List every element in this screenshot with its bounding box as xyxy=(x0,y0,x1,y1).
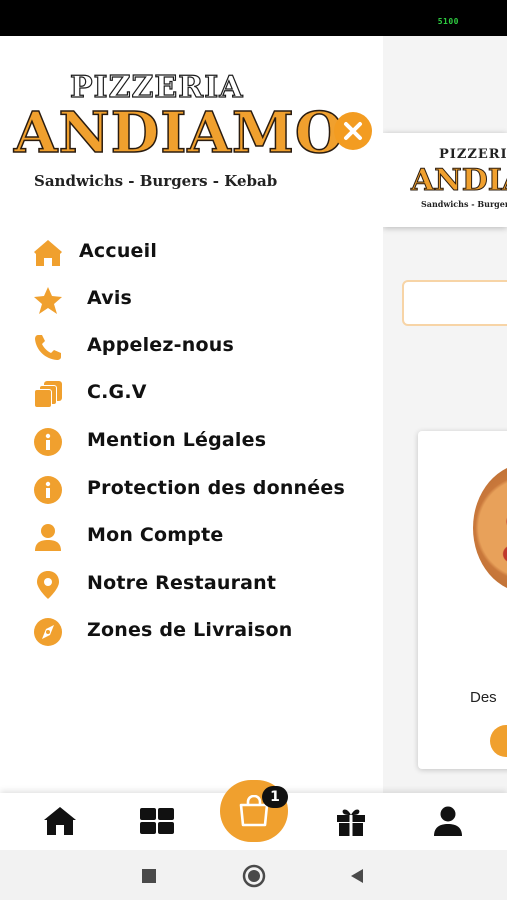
status-bar: 5100 xyxy=(0,0,507,36)
menu-item-label: Appelez-nous xyxy=(87,334,234,356)
logo-line2: ANDIAMO xyxy=(13,99,345,167)
gift-icon[interactable] xyxy=(333,805,369,837)
home-circle-icon[interactable] xyxy=(242,864,266,888)
menu-item-label: Protection des données xyxy=(87,477,345,499)
background-search-field[interactable] xyxy=(402,280,507,326)
menu-item-appelez-nous[interactable]: Appelez-nous xyxy=(32,326,382,366)
person-icon xyxy=(35,524,61,551)
menu-item-label: Avis xyxy=(87,287,133,309)
menu-item-mon-compte[interactable]: Mon Compte xyxy=(32,516,382,556)
bg-logo-line1: PIZZERIA xyxy=(439,147,507,162)
menu-item-cgv[interactable]: C.G.V xyxy=(32,373,382,413)
menu-item-accueil[interactable]: Accueil xyxy=(32,232,382,272)
system-navigation-bar xyxy=(0,850,507,900)
star-icon xyxy=(34,287,62,314)
menu-item-zones-livraison[interactable]: Zones de Livraison xyxy=(32,611,382,651)
product-action-button[interactable] xyxy=(490,725,507,757)
menu-item-notre-restaurant[interactable]: Notre Restaurant xyxy=(32,564,382,604)
back-icon[interactable] xyxy=(348,867,366,885)
menu-item-label: Notre Restaurant xyxy=(87,572,277,594)
signal-indicator: 5100 xyxy=(437,17,459,26)
person-icon[interactable] xyxy=(430,805,466,837)
close-icon xyxy=(344,122,362,140)
cart-count-badge: 1 xyxy=(262,786,288,808)
menu-item-label: Mon Compte xyxy=(87,524,224,546)
menu-item-avis[interactable]: Avis xyxy=(32,279,382,319)
info-icon xyxy=(34,476,62,504)
close-drawer-button[interactable] xyxy=(334,112,372,150)
menu-item-label: Mention Légales xyxy=(87,429,267,451)
bg-logo-line2: ANDIAMO xyxy=(410,163,507,199)
background-product-card[interactable]: Des xyxy=(418,431,507,769)
side-drawer: PIZZERIA ANDIAMO Sandwichs - Burgers - K… xyxy=(0,36,383,793)
bg-logo-line3: Sandwichs - Burgers - Kebab xyxy=(421,199,507,209)
menu-item-label: C.G.V xyxy=(87,381,147,403)
documents-icon xyxy=(34,381,62,408)
pizza-image xyxy=(473,463,507,593)
home-icon[interactable] xyxy=(42,805,78,837)
info-icon xyxy=(34,428,62,456)
location-pin-icon xyxy=(37,571,59,599)
menu-item-mention-legales[interactable]: Mention Légales xyxy=(32,421,382,461)
grid-icon[interactable] xyxy=(139,805,175,837)
background-logo-card: PIZZERIA ANDIAMO Sandwichs - Burgers - K… xyxy=(383,133,507,227)
home-icon xyxy=(34,240,62,266)
logo-line3: Sandwichs - Burgers - Kebab xyxy=(34,172,278,190)
product-text: Des xyxy=(470,689,497,706)
menu-item-label: Zones de Livraison xyxy=(87,619,293,641)
restaurant-logo: PIZZERIA ANDIAMO Sandwichs - Burgers - K… xyxy=(13,69,344,200)
phone-icon xyxy=(35,335,61,360)
menu-item-label: Accueil xyxy=(79,240,158,262)
compass-icon xyxy=(34,618,62,646)
menu-item-protection-donnees[interactable]: Protection des données xyxy=(32,469,382,509)
recents-icon[interactable] xyxy=(141,868,157,884)
